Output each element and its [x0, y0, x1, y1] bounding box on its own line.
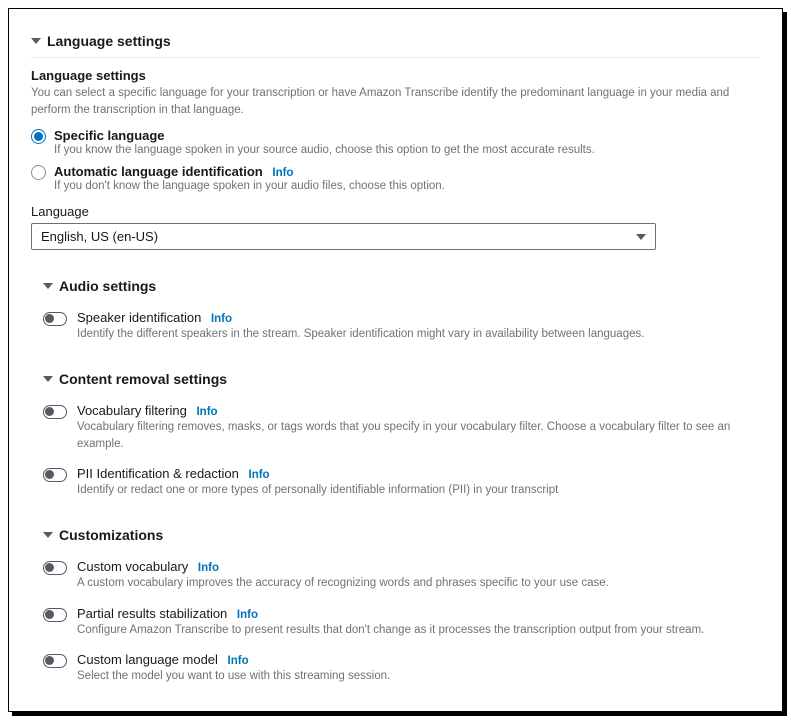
radio-auto-label: Automatic language identification — [54, 164, 263, 179]
customizations-title: Customizations — [59, 527, 163, 543]
audio-settings-title: Audio settings — [59, 278, 156, 294]
speaker-id-label: Speaker identification — [77, 310, 201, 325]
pii-desc: Identify or redact one or more types of … — [77, 482, 760, 499]
info-link-auto-language[interactable]: Info — [272, 167, 293, 179]
info-link-vocab-filter[interactable]: Info — [196, 406, 217, 418]
info-link-pii[interactable]: Info — [249, 469, 270, 481]
language-select-value: English, US (en-US) — [41, 229, 158, 244]
pii-label: PII Identification & redaction — [77, 466, 239, 481]
settings-panel: Language settings Language settings You … — [8, 8, 783, 712]
toggle-partial-results[interactable] — [43, 608, 67, 622]
radio-auto-desc: If you don't know the language spoken in… — [54, 180, 445, 192]
radio-specific-language[interactable] — [31, 129, 46, 144]
caret-down-icon — [43, 283, 53, 289]
clm-desc: Select the model you want to use with th… — [77, 668, 760, 685]
vocab-filter-label: Vocabulary filtering — [77, 403, 187, 418]
language-settings-header[interactable]: Language settings — [31, 23, 760, 58]
radio-specific-label: Specific language — [54, 128, 595, 143]
audio-settings-header[interactable]: Audio settings — [43, 268, 760, 300]
custom-vocab-desc: A custom vocabulary improves the accurac… — [77, 575, 760, 592]
custom-vocab-label: Custom vocabulary — [77, 559, 188, 574]
content-removal-header[interactable]: Content removal settings — [43, 361, 760, 393]
toggle-speaker-identification[interactable] — [43, 312, 67, 326]
clm-label: Custom language model — [77, 652, 218, 667]
customizations-header[interactable]: Customizations — [43, 517, 760, 549]
language-settings-subtitle: Language settings — [31, 68, 760, 83]
radio-specific-desc: If you know the language spoken in your … — [54, 144, 595, 156]
info-link-custom-vocab[interactable]: Info — [198, 562, 219, 574]
caret-down-icon — [31, 38, 41, 44]
info-link-partial-results[interactable]: Info — [237, 609, 258, 621]
toggle-custom-vocabulary[interactable] — [43, 561, 67, 575]
radio-auto-language[interactable] — [31, 165, 46, 180]
toggle-vocabulary-filtering[interactable] — [43, 405, 67, 419]
toggle-pii-redaction[interactable] — [43, 468, 67, 482]
language-settings-desc: You can select a specific language for y… — [31, 85, 760, 118]
chevron-down-icon — [636, 234, 646, 240]
language-select[interactable]: English, US (en-US) — [31, 223, 656, 250]
language-field-label: Language — [31, 204, 760, 219]
content-removal-title: Content removal settings — [59, 371, 227, 387]
caret-down-icon — [43, 532, 53, 538]
info-link-clm[interactable]: Info — [228, 655, 249, 667]
caret-down-icon — [43, 376, 53, 382]
language-settings-title: Language settings — [47, 33, 171, 49]
partial-results-label: Partial results stabilization — [77, 606, 227, 621]
speaker-id-desc: Identify the different speakers in the s… — [77, 326, 760, 343]
vocab-filter-desc: Vocabulary filtering removes, masks, or … — [77, 419, 760, 452]
toggle-custom-language-model[interactable] — [43, 654, 67, 668]
info-link-speaker-id[interactable]: Info — [211, 313, 232, 325]
partial-results-desc: Configure Amazon Transcribe to present r… — [77, 622, 760, 639]
